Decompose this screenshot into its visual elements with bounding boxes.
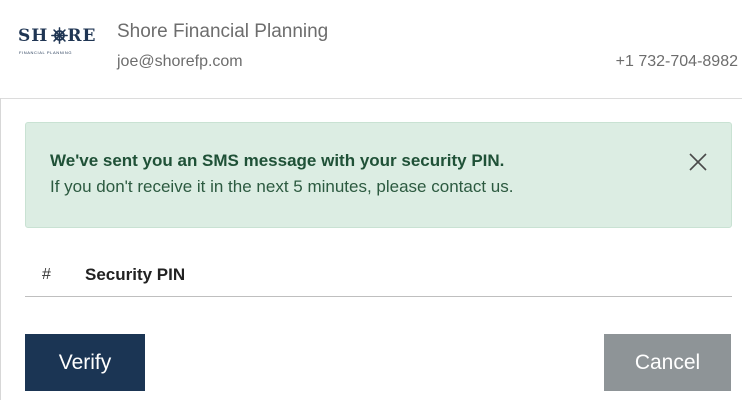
close-icon[interactable] [687, 151, 709, 173]
company-email: joe@shorefp.com [117, 53, 243, 70]
company-logo: SH RE FINANCIAL PLANNING [18, 26, 108, 66]
header: SH RE FINANCIAL PLANNING Shore Financial … [0, 0, 742, 99]
cancel-button[interactable]: Cancel [604, 334, 731, 391]
ship-wheel-icon [51, 27, 68, 44]
company-phone: +1 732-704-8982 [615, 53, 738, 70]
pin-verification-page: SH RE FINANCIAL PLANNING Shore Financial … [0, 0, 742, 400]
left-border [0, 98, 1, 400]
security-pin-input[interactable] [85, 260, 705, 290]
alert-message: If you don't receive it in the next 5 mi… [50, 177, 514, 196]
logo-subtext: FINANCIAL PLANNING [19, 50, 73, 55]
alert-title: We've sent you an SMS message with your … [50, 151, 505, 170]
verify-button[interactable]: Verify [25, 334, 145, 391]
hash-icon: # [42, 266, 51, 283]
sms-sent-alert: We've sent you an SMS message with your … [25, 122, 732, 228]
company-name: Shore Financial Planning [117, 21, 329, 42]
security-pin-field: # [25, 252, 732, 297]
